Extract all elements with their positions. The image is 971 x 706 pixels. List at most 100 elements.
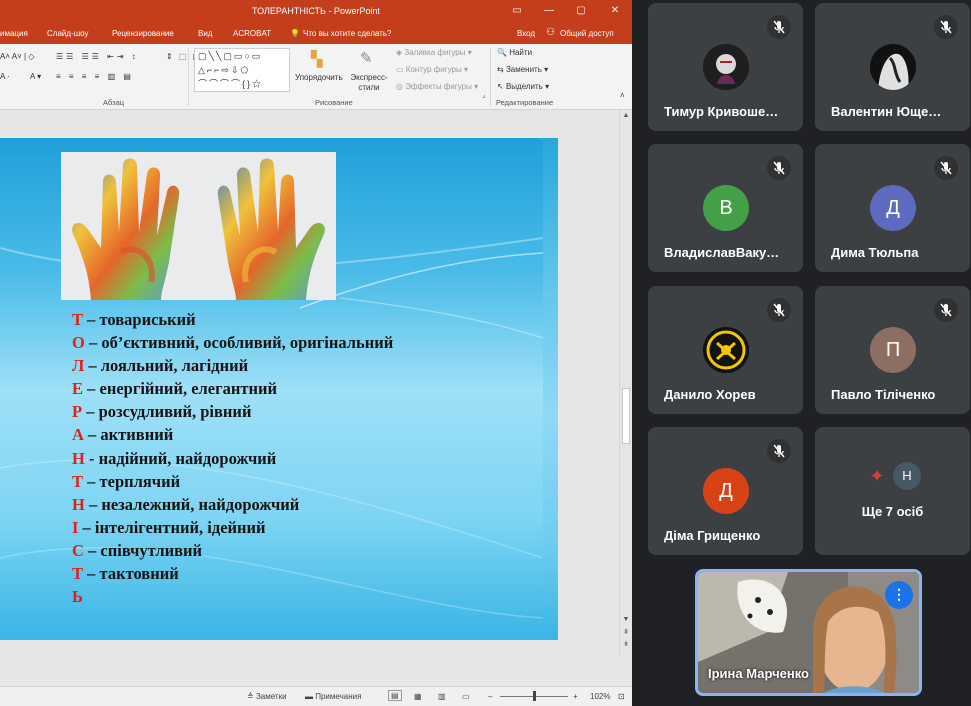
- separator: [490, 48, 491, 106]
- close-button[interactable]: ✕: [604, 3, 626, 19]
- acrostic-letter: Н: [72, 448, 85, 468]
- font-color-icon[interactable]: A ·: [0, 72, 10, 81]
- shape-effects-label: Эффекты фигуры: [405, 82, 472, 91]
- collapse-ribbon-icon[interactable]: ˄: [620, 91, 625, 100]
- shape-outline-button[interactable]: ▭ Контур фигуры ▾: [396, 65, 468, 74]
- more-participants-tile[interactable]: ✦ Н Ще 7 осіб: [815, 427, 970, 555]
- notes-label: Заметки: [255, 692, 287, 701]
- acrostic-letter: Р: [72, 402, 83, 422]
- ribbon-display-button[interactable]: ▭: [506, 3, 528, 19]
- list-icons[interactable]: ☰☰ ☰☰ ⇤⇥ ↕: [56, 52, 139, 61]
- slideshow-icon[interactable]: ▭: [462, 692, 470, 701]
- mic-off-icon: [767, 298, 791, 322]
- participant-name: Павло Тіліченко: [831, 387, 936, 402]
- shape-fill-button[interactable]: ◈ Заливка фигуры ▾: [396, 48, 472, 57]
- zoom-out-button[interactable]: –: [488, 692, 492, 701]
- tab-view[interactable]: Вид: [198, 29, 212, 38]
- slide-sorter-icon[interactable]: ▦: [414, 692, 422, 701]
- quick-styles-icon: ✎: [360, 50, 373, 67]
- participant-tile[interactable]: Данило Хорев: [648, 286, 803, 414]
- self-name: Ірина Марченко: [708, 666, 809, 681]
- participant-tile[interactable]: Д Діма Грищенко: [648, 427, 803, 555]
- zoom-slider-thumb[interactable]: [533, 691, 536, 701]
- participant-avatar: Д: [870, 185, 916, 231]
- participant-avatar: П: [870, 327, 916, 373]
- participant-tile[interactable]: Д Дима Тюльпа: [815, 144, 970, 272]
- powerpoint-window: ТОЛЕРАНТНІСТЬ - PowerPoint ▭ — ▢ ✕ имаци…: [0, 0, 632, 706]
- participant-tile[interactable]: В ВладиславВаку…: [648, 144, 803, 272]
- zoom-in-button[interactable]: +: [573, 692, 578, 701]
- next-slide-icon[interactable]: ⇟: [620, 640, 632, 648]
- arrange-button[interactable]: Упорядочить: [295, 73, 343, 82]
- normal-view-icon[interactable]: ▤: [388, 690, 402, 701]
- zoom-level[interactable]: 102%: [590, 692, 610, 701]
- acrostic-description: - надійний, найдорожчий: [84, 448, 277, 468]
- vertical-scrollbar[interactable]: ▲ ▼ ⇞ ⇟: [619, 110, 632, 655]
- prev-slide-icon[interactable]: ⇞: [620, 628, 632, 636]
- signin-link[interactable]: Вход: [517, 29, 535, 38]
- shape-effects-button[interactable]: ◎ Эффекты фигуры ▾: [396, 82, 478, 91]
- acrostic-letter: Т: [72, 310, 84, 329]
- acrostic-description: – активний: [83, 425, 174, 445]
- acrostic-description: – співчутливий: [83, 540, 203, 560]
- lightbulb-icon: 💡: [290, 29, 300, 38]
- acrostic-description: – розсудливий, рівний: [82, 402, 252, 422]
- tab-slideshow[interactable]: Слайд-шоу: [47, 29, 88, 38]
- acrostic-letter: Н: [72, 494, 85, 514]
- participant-tile[interactable]: Тимур Кривоше…: [648, 3, 803, 131]
- reading-view-icon[interactable]: ▥: [438, 692, 446, 701]
- select-button[interactable]: ↖ Выделить ▾: [497, 82, 549, 91]
- acrostic-description: – незалежний, найдорожчий: [84, 494, 300, 514]
- participant-name: Діма Грищенко: [664, 528, 761, 543]
- find-button[interactable]: 🔍 Найти: [497, 48, 532, 57]
- shapes-gallery[interactable]: ▢╲╲▢▭○▭ △⌐⌐⇨⇩⬠ ⌒⌒⌒⌒{}☆: [194, 48, 290, 92]
- minimize-button[interactable]: —: [538, 3, 560, 19]
- acrostic-description: – об’єктивний, особливий, оригінальний: [84, 333, 394, 353]
- align-icons[interactable]: ≡ ≡ ≡ ≡ ▥ ▤: [56, 72, 134, 81]
- participant-avatar: В: [703, 185, 749, 231]
- participant-avatar: Д: [703, 468, 749, 514]
- mic-off-icon: [934, 298, 958, 322]
- slide[interactable]: Т – товариський О – об’єктивний, особливи…: [0, 138, 558, 640]
- notes-button[interactable]: ≜ Заметки: [247, 692, 287, 701]
- mic-off-icon: [934, 15, 958, 39]
- person-icon: ⚇: [546, 27, 555, 38]
- cursor-icon: ↖: [497, 82, 504, 91]
- acrostic-letter: О: [72, 333, 85, 353]
- replace-label: Заменить: [505, 65, 542, 74]
- maximize-button[interactable]: ▢: [570, 3, 592, 19]
- participant-tile[interactable]: П Павло Тіліченко: [815, 286, 970, 414]
- search-icon: 🔍: [497, 48, 507, 57]
- acrostic-description: – товариський: [83, 310, 196, 329]
- tell-me-box[interactable]: Что вы хотите сделать?: [303, 29, 391, 38]
- text-effects-icon[interactable]: A ▾: [30, 72, 41, 81]
- acrostic-line: С – співчутливий: [72, 539, 393, 562]
- share-button[interactable]: Общий доступ: [560, 29, 614, 38]
- acrostic-line: Н – незалежний, найдорожчий: [72, 493, 393, 516]
- dialog-launcher-icon[interactable]: ⌟: [482, 91, 485, 99]
- acrostic-description: – терплячий: [83, 471, 181, 491]
- fit-slide-icon[interactable]: ⊡: [618, 692, 625, 701]
- acrostic-line: Т – тактовний: [72, 562, 393, 585]
- acrostic-letter: Т: [72, 564, 84, 584]
- acrostic-letter: Л: [72, 356, 85, 376]
- tab-animations[interactable]: имация: [0, 29, 28, 38]
- scroll-down-arrow[interactable]: ▼: [620, 616, 632, 623]
- font-size-icons[interactable]: A˄ A˅ | ◇: [0, 52, 34, 61]
- acrostic-line: Е – енергійний, елегантний: [72, 377, 393, 400]
- self-video-tile[interactable]: ⋮ Ірина Марченко: [695, 569, 922, 696]
- acrostic-line: Н - надійний, найдорожчий: [72, 447, 393, 470]
- acrostic-text[interactable]: Т – товариський О – об’єктивний, особливи…: [72, 308, 393, 608]
- participant-tile[interactable]: Валентин Юще…: [815, 3, 970, 131]
- tab-review[interactable]: Рецензирование: [112, 29, 174, 38]
- replace-button[interactable]: ⇆ Заменить ▾: [497, 65, 548, 74]
- scrollbar-thumb[interactable]: [622, 388, 630, 444]
- hands-icon: [72, 158, 325, 300]
- acrostic-description: – енергійний, елегантний: [83, 379, 277, 399]
- quick-styles-button[interactable]: Экспресс-стили: [348, 73, 390, 93]
- drawing-group-label: Рисование: [315, 98, 353, 107]
- acrostic-letter: Т: [72, 471, 84, 491]
- comments-button[interactable]: ▬ Примечания: [305, 692, 361, 701]
- scroll-up-arrow[interactable]: ▲: [620, 112, 632, 119]
- tab-acrobat[interactable]: ACROBAT: [233, 29, 271, 38]
